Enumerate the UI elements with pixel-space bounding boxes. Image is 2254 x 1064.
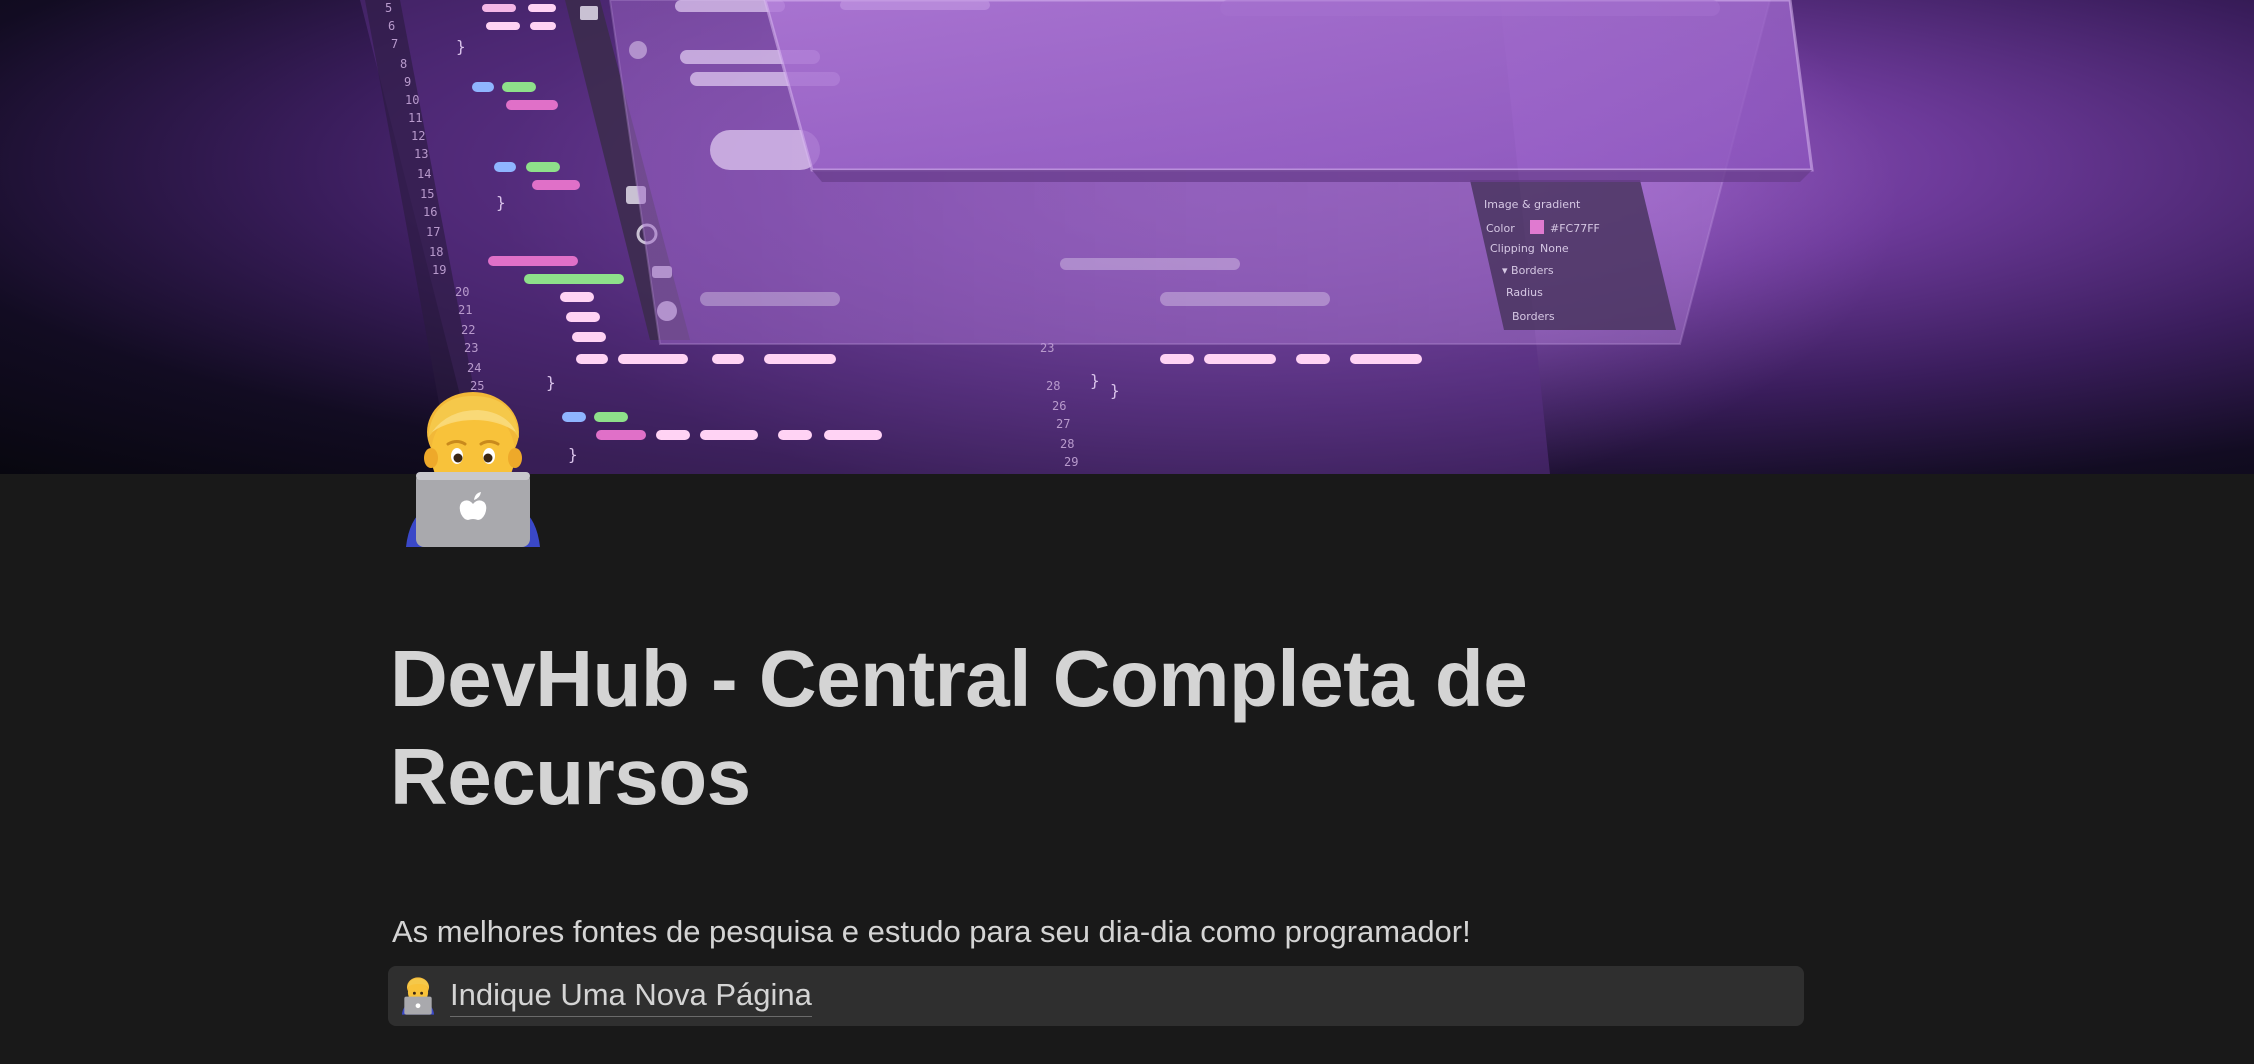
svg-text:11: 11 bbox=[408, 111, 422, 125]
svg-text:12: 12 bbox=[411, 129, 425, 143]
svg-text:Radius: Radius bbox=[1506, 286, 1543, 299]
suggest-page-callout[interactable]: Indique Uma Nova Página bbox=[388, 966, 1804, 1026]
svg-text:}: } bbox=[1090, 371, 1100, 390]
cover-artwork: 5 6 7 8 9 10 11 12 13 14 15 16 17 18 19 20 21 22 23 2… bbox=[360, 0, 1900, 474]
svg-text:29: 29 bbox=[1064, 455, 1078, 469]
svg-text:Clipping: Clipping bbox=[1490, 242, 1535, 255]
svg-text:22: 22 bbox=[461, 323, 475, 337]
svg-text:}: } bbox=[496, 193, 506, 212]
svg-text:14: 14 bbox=[417, 167, 431, 181]
svg-text:}: } bbox=[1110, 381, 1120, 400]
svg-text:24: 24 bbox=[467, 361, 481, 375]
svg-text:20: 20 bbox=[455, 285, 469, 299]
suggest-page-link[interactable]: Indique Uma Nova Página bbox=[450, 975, 812, 1017]
svg-text:5: 5 bbox=[385, 1, 392, 15]
svg-text:21: 21 bbox=[458, 303, 472, 317]
svg-text:}: } bbox=[568, 445, 578, 464]
technologist-laptop-icon bbox=[401, 977, 435, 1015]
svg-text:15: 15 bbox=[420, 187, 434, 201]
svg-text:13: 13 bbox=[414, 147, 428, 161]
svg-text:8: 8 bbox=[400, 57, 407, 71]
svg-text:Color: Color bbox=[1486, 222, 1515, 235]
svg-text:#FC77FF: #FC77FF bbox=[1550, 222, 1600, 235]
cover-image[interactable]: 5 6 7 8 9 10 11 12 13 14 15 16 17 18 19 20 21 22 23 2… bbox=[0, 0, 2254, 474]
svg-text:Borders: Borders bbox=[1512, 310, 1555, 323]
svg-text:Image & gradient: Image & gradient bbox=[1484, 198, 1581, 211]
svg-text:▾ Borders: ▾ Borders bbox=[1502, 264, 1554, 277]
svg-text:None: None bbox=[1540, 242, 1569, 255]
svg-text:10: 10 bbox=[405, 93, 419, 107]
svg-text:19: 19 bbox=[432, 263, 446, 277]
svg-text:9: 9 bbox=[404, 75, 411, 89]
svg-text:18: 18 bbox=[429, 245, 443, 259]
page-icon[interactable] bbox=[398, 392, 548, 547]
page-description: As melhores fontes de pesquisa e estudo … bbox=[392, 914, 1471, 949]
svg-text:28: 28 bbox=[1060, 437, 1074, 451]
svg-text:}: } bbox=[546, 373, 556, 392]
svg-text:26: 26 bbox=[1052, 399, 1066, 413]
svg-text:6: 6 bbox=[388, 19, 395, 33]
svg-text:17: 17 bbox=[426, 225, 440, 239]
svg-text:28: 28 bbox=[1046, 379, 1060, 393]
svg-text:7: 7 bbox=[391, 37, 398, 51]
svg-text:16: 16 bbox=[423, 205, 437, 219]
technologist-laptop-icon bbox=[406, 392, 540, 547]
page-title[interactable]: DevHub - Central Completa de Recursos bbox=[390, 630, 1790, 826]
svg-text:27: 27 bbox=[1056, 417, 1070, 431]
svg-text:23: 23 bbox=[464, 341, 478, 355]
notion-page: 5 6 7 8 9 10 11 12 13 14 15 16 17 18 19 20 21 22 23 2… bbox=[0, 0, 2254, 1064]
svg-text:25: 25 bbox=[470, 379, 484, 393]
svg-text:}: } bbox=[456, 37, 466, 56]
